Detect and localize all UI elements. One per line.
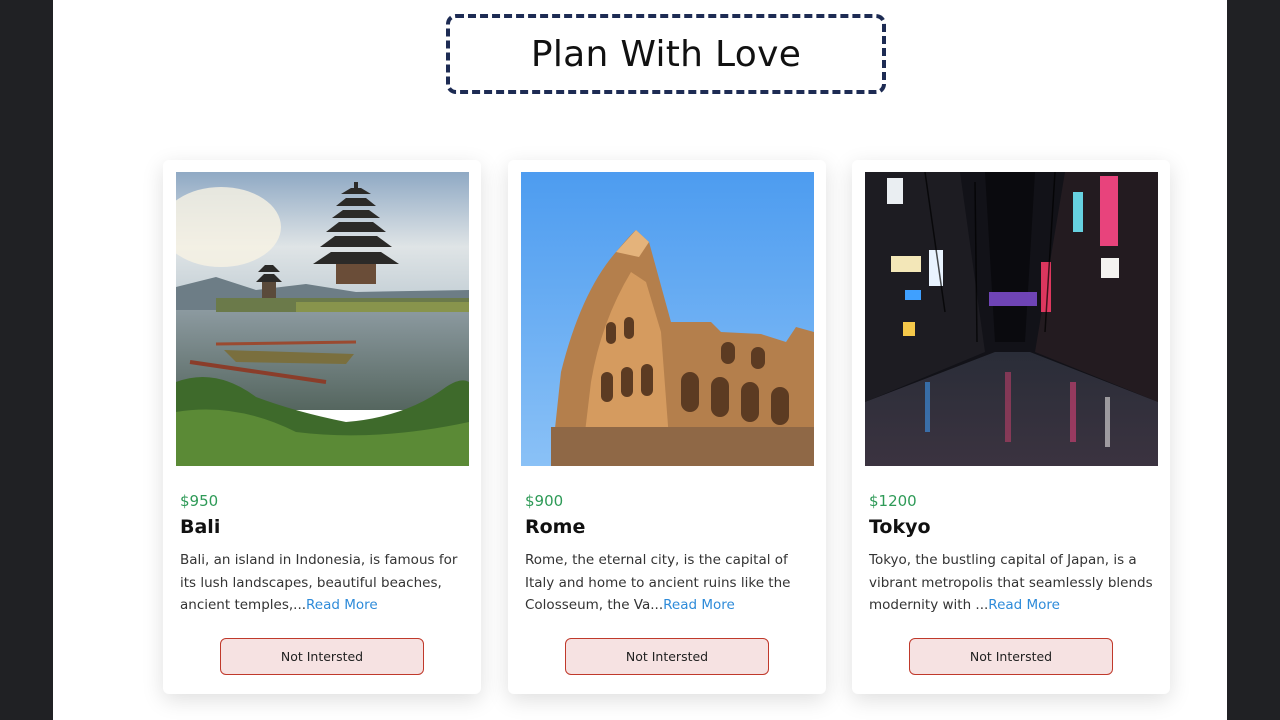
read-more-link[interactable]: Read More xyxy=(663,597,735,613)
tour-card-rome: $900 Rome Rome, the eternal city, is the… xyxy=(508,160,826,694)
read-more-link[interactable]: Read More xyxy=(988,597,1060,613)
not-interested-button[interactable]: Not Intersted xyxy=(909,638,1113,675)
tour-price: $900 xyxy=(525,492,564,510)
read-more-link[interactable]: Read More xyxy=(306,597,378,613)
page-title-box: Plan With Love xyxy=(446,14,886,94)
tour-card-tokyo: $1200 Tokyo Tokyo, the bustling capital … xyxy=(852,160,1170,694)
not-interested-button[interactable]: Not Intersted xyxy=(565,638,769,675)
tour-description: Rome, the eternal city, is the capital o… xyxy=(525,549,815,617)
night-street-photo xyxy=(865,172,1158,466)
tour-price: $1200 xyxy=(869,492,917,510)
not-interested-button[interactable]: Not Intersted xyxy=(220,638,424,675)
main-page: Plan With Love $950 Bali Bali, an island… xyxy=(53,0,1227,720)
pagoda-lake-photo xyxy=(176,172,469,466)
page-title: Plan With Love xyxy=(530,33,802,75)
tour-description-text: Rome, the eternal city, is the capital o… xyxy=(525,552,791,613)
tour-name: Rome xyxy=(525,516,586,538)
tour-description: Bali, an island in Indonesia, is famous … xyxy=(180,549,470,617)
tour-price: $950 xyxy=(180,492,219,510)
tour-description: Tokyo, the bustling capital of Japan, is… xyxy=(869,549,1159,617)
tour-name: Bali xyxy=(180,516,221,538)
colosseum-photo xyxy=(521,172,814,466)
tour-card-bali: $950 Bali Bali, an island in Indonesia, … xyxy=(163,160,481,694)
tour-name: Tokyo xyxy=(869,516,931,538)
